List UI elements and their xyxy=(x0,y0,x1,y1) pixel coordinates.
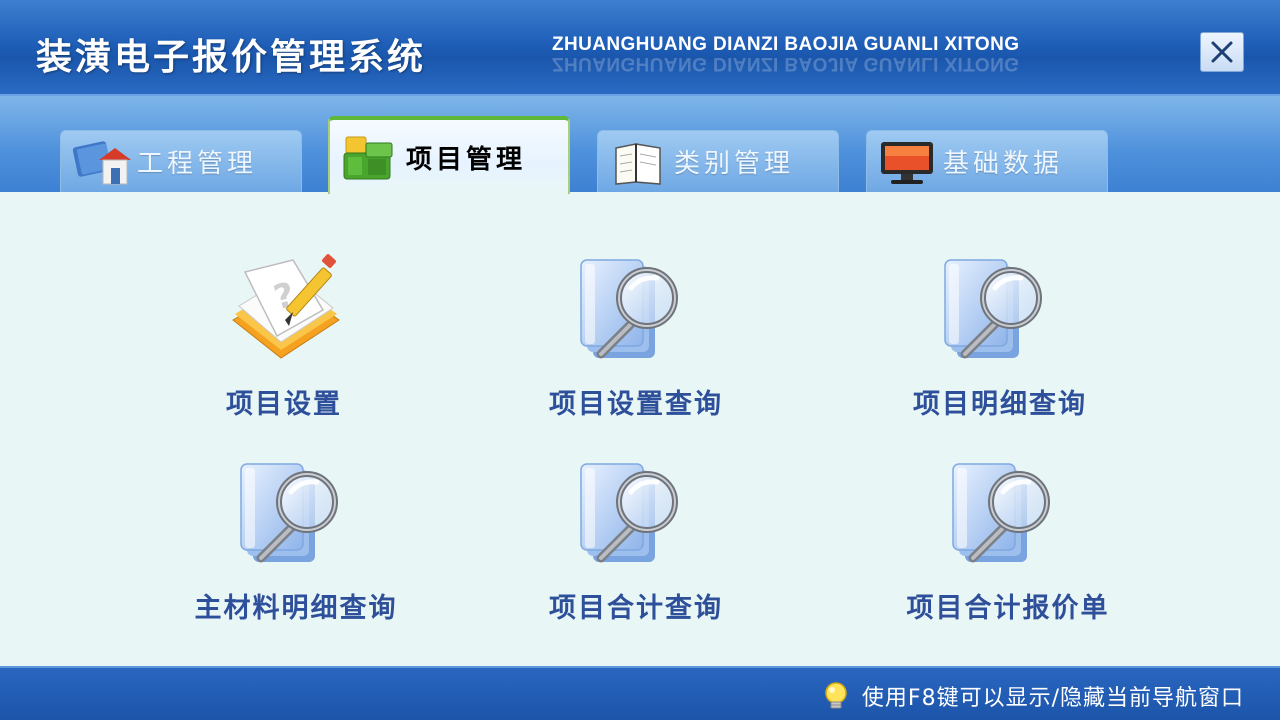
tab-item-management[interactable]: 项目管理 xyxy=(328,116,570,194)
tab-label: 类别管理 xyxy=(674,149,795,179)
app-subtitle-wrap: ZHUANGHUANG DIANZI BAOJIA GUANLI XITONG … xyxy=(552,34,1019,74)
function-label: 项目设置 xyxy=(226,389,342,420)
document-search-icon xyxy=(231,454,361,574)
notepad-pencil-icon: ? xyxy=(232,254,340,359)
function-label: 项目设置查询 xyxy=(549,389,723,420)
function-item-setup-query[interactable]: 项目设置查询 xyxy=(486,250,786,430)
close-icon xyxy=(1211,41,1233,63)
function-item-total-quote[interactable]: 项目合计报价单 xyxy=(858,454,1158,634)
lightbulb-icon xyxy=(825,682,847,709)
function-label: 项目明细查询 xyxy=(913,389,1087,420)
function-item-detail-query[interactable]: 项目明细查询 xyxy=(850,250,1150,430)
monitor-icon xyxy=(881,141,933,184)
document-search-icon xyxy=(935,250,1065,370)
tab-label: 基础数据 xyxy=(943,149,1064,179)
function-label: 主材料明细查询 xyxy=(194,593,398,624)
house-book-icon xyxy=(72,140,131,184)
tab-category-management[interactable]: 类别管理 xyxy=(597,130,839,192)
status-bar: 使用F8键可以显示/隐藏当前导航窗口 xyxy=(0,666,1280,720)
app-title: 装潢电子报价管理系统 xyxy=(36,37,427,78)
notebook-icon xyxy=(615,142,661,185)
tab-label: 项目管理 xyxy=(406,144,527,175)
tab-basic-data[interactable]: 基础数据 xyxy=(866,130,1108,192)
close-button[interactable] xyxy=(1200,32,1244,72)
green-blocks-icon xyxy=(343,136,393,180)
document-search-icon xyxy=(943,454,1073,574)
tab-bar: 工程管理 项目管理 类别管理 基础数据 xyxy=(0,96,1280,196)
app-subtitle-reflection: ZHUANGHUANG DIANZI BAOJIA GUANLI XITONG xyxy=(552,53,1020,74)
function-item-total-query[interactable]: 项目合计查询 xyxy=(486,454,786,634)
function-item-setup[interactable]: ? 项目设置 xyxy=(134,250,434,430)
status-text: 使用F8键可以显示/隐藏当前导航窗口 xyxy=(861,686,1244,711)
status-hint: 使用F8键可以显示/隐藏当前导航窗口 xyxy=(820,680,1244,712)
tab-project-management[interactable]: 工程管理 xyxy=(60,130,302,192)
function-label: 项目合计报价单 xyxy=(906,593,1110,624)
document-search-icon xyxy=(571,454,701,574)
function-label: 项目合计查询 xyxy=(549,593,723,624)
document-search-icon xyxy=(571,250,701,370)
title-bar: 装潢电子报价管理系统 ZHUANGHUANG DIANZI BAOJIA GUA… xyxy=(0,0,1280,96)
function-item-material-query[interactable]: 主材料明细查询 xyxy=(146,454,446,634)
function-panel: ? 项目设置 项目设置查询 项目明细查询 主材料明细查询 项目合计查询 项目合计… xyxy=(0,196,1280,666)
tab-label: 工程管理 xyxy=(137,149,258,179)
